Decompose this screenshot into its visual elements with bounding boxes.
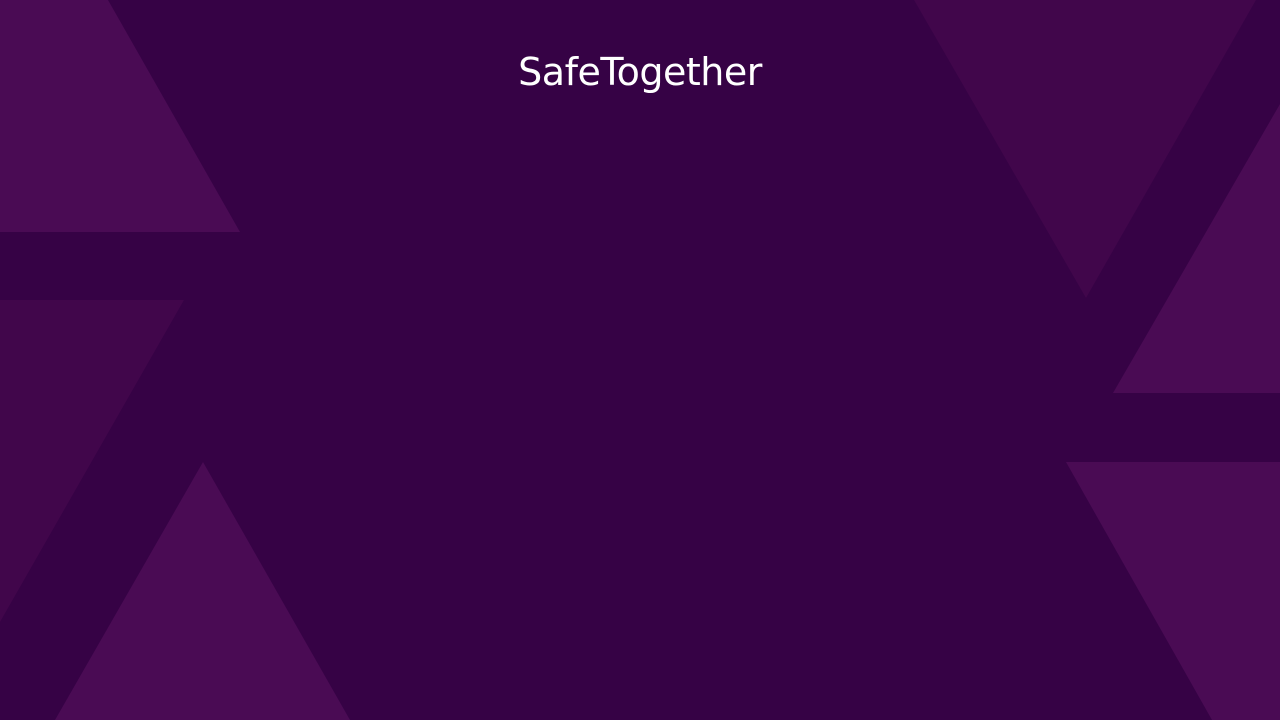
background-triangles bbox=[0, 0, 1280, 720]
app-title: SafeTogether bbox=[518, 50, 762, 94]
triangle-bottom-left bbox=[55, 462, 350, 720]
triangle-bottom-right bbox=[1066, 462, 1280, 720]
triangle-top-left bbox=[0, 0, 240, 232]
